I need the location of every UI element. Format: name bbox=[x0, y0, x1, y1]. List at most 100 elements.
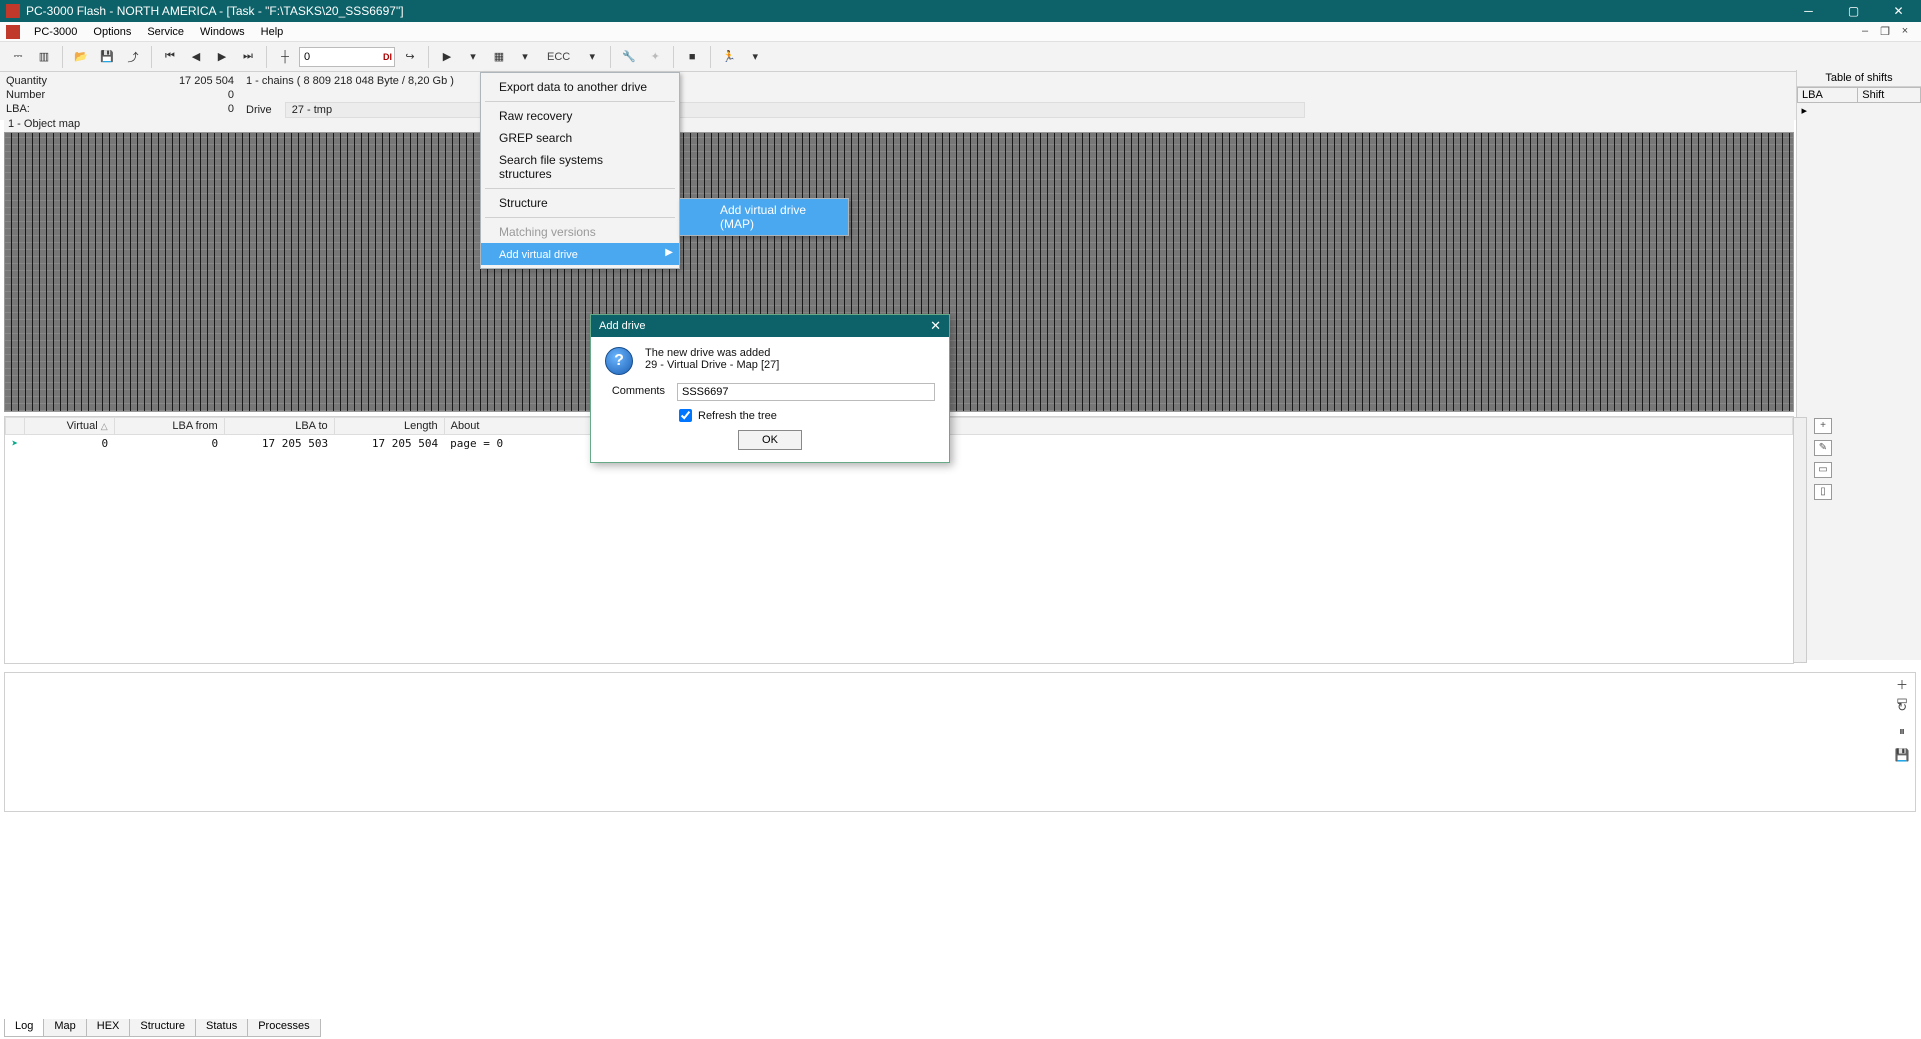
tool-save-icon[interactable]: 💾 bbox=[95, 45, 119, 69]
submenu-add-virtual-drive: Add virtual drive (MAP) bbox=[679, 198, 849, 236]
menu-grep-search[interactable]: GREP search bbox=[481, 127, 679, 149]
mdi-close[interactable]: × bbox=[1897, 25, 1913, 38]
tool-gridview-dropdown[interactable]: ▾ bbox=[513, 45, 537, 69]
window-title: PC-3000 Flash - NORTH AMERICA - [Task - … bbox=[26, 4, 1786, 18]
maximize-button[interactable]: ▢ bbox=[1831, 0, 1876, 22]
dialog-titlebar[interactable]: Add drive ✕ bbox=[591, 315, 949, 337]
col-lba-from[interactable]: LBA from bbox=[114, 418, 224, 435]
range-add-icon[interactable]: + bbox=[1814, 418, 1832, 434]
label-quantity: Quantity bbox=[6, 74, 47, 88]
tab-map[interactable]: Map bbox=[43, 1019, 86, 1037]
log-pane bbox=[4, 672, 1916, 812]
tool-gridview-icon[interactable]: ▦ bbox=[487, 45, 511, 69]
minimize-button[interactable]: ─ bbox=[1786, 0, 1831, 22]
ecc-dropdown[interactable]: ▾ bbox=[580, 45, 604, 69]
menu-structure[interactable]: Structure bbox=[481, 192, 679, 214]
tool-wrench-icon[interactable]: 🔧 bbox=[617, 45, 641, 69]
menu-add-virtual-drive[interactable]: Add virtual drive ▶ bbox=[481, 243, 679, 265]
label-lba: LBA: bbox=[6, 102, 30, 116]
range-open-icon[interactable]: ▭ bbox=[1814, 462, 1832, 478]
menu-help[interactable]: Help bbox=[253, 24, 292, 40]
log-toolbar: ＋▭ ↻ ⏸ 💾 bbox=[1889, 676, 1915, 764]
dialog-line1: The new drive was added bbox=[645, 347, 779, 359]
refresh-label: Refresh the tree bbox=[698, 410, 777, 422]
col-lba-to[interactable]: LBA to bbox=[224, 418, 334, 435]
tool-connector-icon[interactable]: ⎓ bbox=[6, 45, 30, 69]
tool-chip-icon[interactable]: ▥ bbox=[32, 45, 56, 69]
drive-field[interactable]: 27 - tmp bbox=[285, 102, 1305, 118]
stop-button[interactable]: ■ bbox=[680, 45, 704, 69]
bottom-tabs: Log Map HEX Structure Status Processes bbox=[4, 1019, 320, 1037]
submenu-arrow-icon: ▶ bbox=[665, 247, 673, 258]
col-virtual[interactable]: Virtual △ bbox=[24, 418, 114, 435]
log-save-icon[interactable]: 💾 bbox=[1892, 748, 1912, 764]
menu-export-data[interactable]: Export data to another drive bbox=[481, 76, 679, 98]
menu-raw-recovery[interactable]: Raw recovery bbox=[481, 105, 679, 127]
nav-next-icon[interactable]: ▶ bbox=[210, 45, 234, 69]
tool-goto-icon[interactable]: ↪ bbox=[398, 45, 422, 69]
value-lba: 0 bbox=[228, 102, 234, 116]
ranges-scrollbar[interactable] bbox=[1793, 417, 1807, 663]
nav-first-icon[interactable]: ⏮ bbox=[158, 45, 182, 69]
nav-last-icon[interactable]: ⏭ bbox=[236, 45, 260, 69]
range-edit-icon[interactable]: ✎ bbox=[1814, 440, 1832, 456]
tool-settings-icon[interactable]: ✦ bbox=[643, 45, 667, 69]
refresh-checkbox[interactable] bbox=[679, 409, 692, 422]
tool-run-dropdown[interactable]: ▾ bbox=[743, 45, 767, 69]
question-icon: ? bbox=[605, 347, 633, 375]
info-row: Quantity17 205 504 Number0 LBA:0 1 - cha… bbox=[0, 72, 1921, 120]
mdi-restore[interactable]: ❐ bbox=[1877, 25, 1893, 38]
close-button[interactable]: ✕ bbox=[1876, 0, 1921, 22]
log-refresh-icon[interactable]: ↻ bbox=[1892, 700, 1912, 716]
nav-prev-icon[interactable]: ◀ bbox=[184, 45, 208, 69]
tool-open-icon[interactable]: 📂 bbox=[69, 45, 93, 69]
add-drive-dialog: Add drive ✕ ? The new drive was added 29… bbox=[590, 314, 950, 463]
menu-options[interactable]: Options bbox=[85, 24, 139, 40]
cell-lba-from: 0 bbox=[114, 435, 224, 453]
menu-pc3000[interactable]: PC-3000 bbox=[26, 24, 85, 40]
row-icon: ➤ bbox=[6, 435, 25, 453]
dialog-title: Add drive bbox=[599, 320, 645, 332]
shifts-col-shift[interactable]: Shift bbox=[1858, 88, 1921, 103]
shifts-col-lba[interactable]: LBA bbox=[1798, 88, 1858, 103]
ranges-toolbar: + ✎ ▭ ▯ bbox=[1812, 416, 1834, 664]
cell-lba-to: 17 205 503 bbox=[224, 435, 334, 453]
ok-button[interactable]: OK bbox=[738, 430, 802, 450]
dialog-close-icon[interactable]: ✕ bbox=[930, 318, 941, 334]
comments-label: Comments bbox=[605, 383, 665, 397]
value-quantity: 17 205 504 bbox=[179, 74, 234, 88]
window-controls: ─ ▢ ✕ bbox=[1786, 0, 1921, 22]
menu-service[interactable]: Service bbox=[139, 24, 192, 40]
shifts-row-marker: ▸ bbox=[1798, 103, 1858, 119]
tab-status[interactable]: Status bbox=[195, 1019, 248, 1037]
shifts-title: Table of shifts bbox=[1797, 70, 1921, 87]
label-number: Number bbox=[6, 88, 45, 102]
tab-structure[interactable]: Structure bbox=[129, 1019, 196, 1037]
col-icon bbox=[6, 418, 25, 435]
comments-input[interactable] bbox=[677, 383, 935, 401]
ecc-label[interactable]: ECC bbox=[539, 51, 578, 63]
play-button[interactable]: ▶ bbox=[435, 45, 459, 69]
tab-log[interactable]: Log bbox=[4, 1019, 44, 1037]
mdi-minimize[interactable]: – bbox=[1857, 25, 1873, 38]
menu-matching-versions: Matching versions bbox=[481, 221, 679, 243]
tool-export-icon[interactable]: ⤴ bbox=[121, 45, 145, 69]
range-blank-icon[interactable]: ▯ bbox=[1814, 484, 1832, 500]
menu-bar: PC-3000 Options Service Windows Help – ❐… bbox=[0, 22, 1921, 42]
menu-windows[interactable]: Windows bbox=[192, 24, 253, 40]
tool-run-icon[interactable]: 🏃 bbox=[717, 45, 741, 69]
position-input[interactable] bbox=[299, 47, 395, 67]
doc-icon bbox=[6, 25, 20, 39]
menu-search-fs[interactable]: Search file systems structures bbox=[481, 149, 679, 185]
window-titlebar: PC-3000 Flash - NORTH AMERICA - [Task - … bbox=[0, 0, 1921, 22]
tool-grid-icon[interactable]: ┼ bbox=[273, 45, 297, 69]
tab-hex[interactable]: HEX bbox=[86, 1019, 131, 1037]
tab-processes[interactable]: Processes bbox=[247, 1019, 320, 1037]
col-length[interactable]: Length bbox=[334, 418, 444, 435]
submenu-add-virtual-drive-map[interactable]: Add virtual drive (MAP) bbox=[680, 199, 848, 235]
mdi-controls: – ❐ × bbox=[1857, 25, 1921, 38]
log-pause-icon[interactable]: ⏸ bbox=[1892, 724, 1912, 740]
dialog-line2: 29 - Virtual Drive - Map [27] bbox=[645, 359, 779, 371]
log-add-icon[interactable]: ＋▭ bbox=[1892, 676, 1912, 692]
play-dropdown[interactable]: ▾ bbox=[461, 45, 485, 69]
